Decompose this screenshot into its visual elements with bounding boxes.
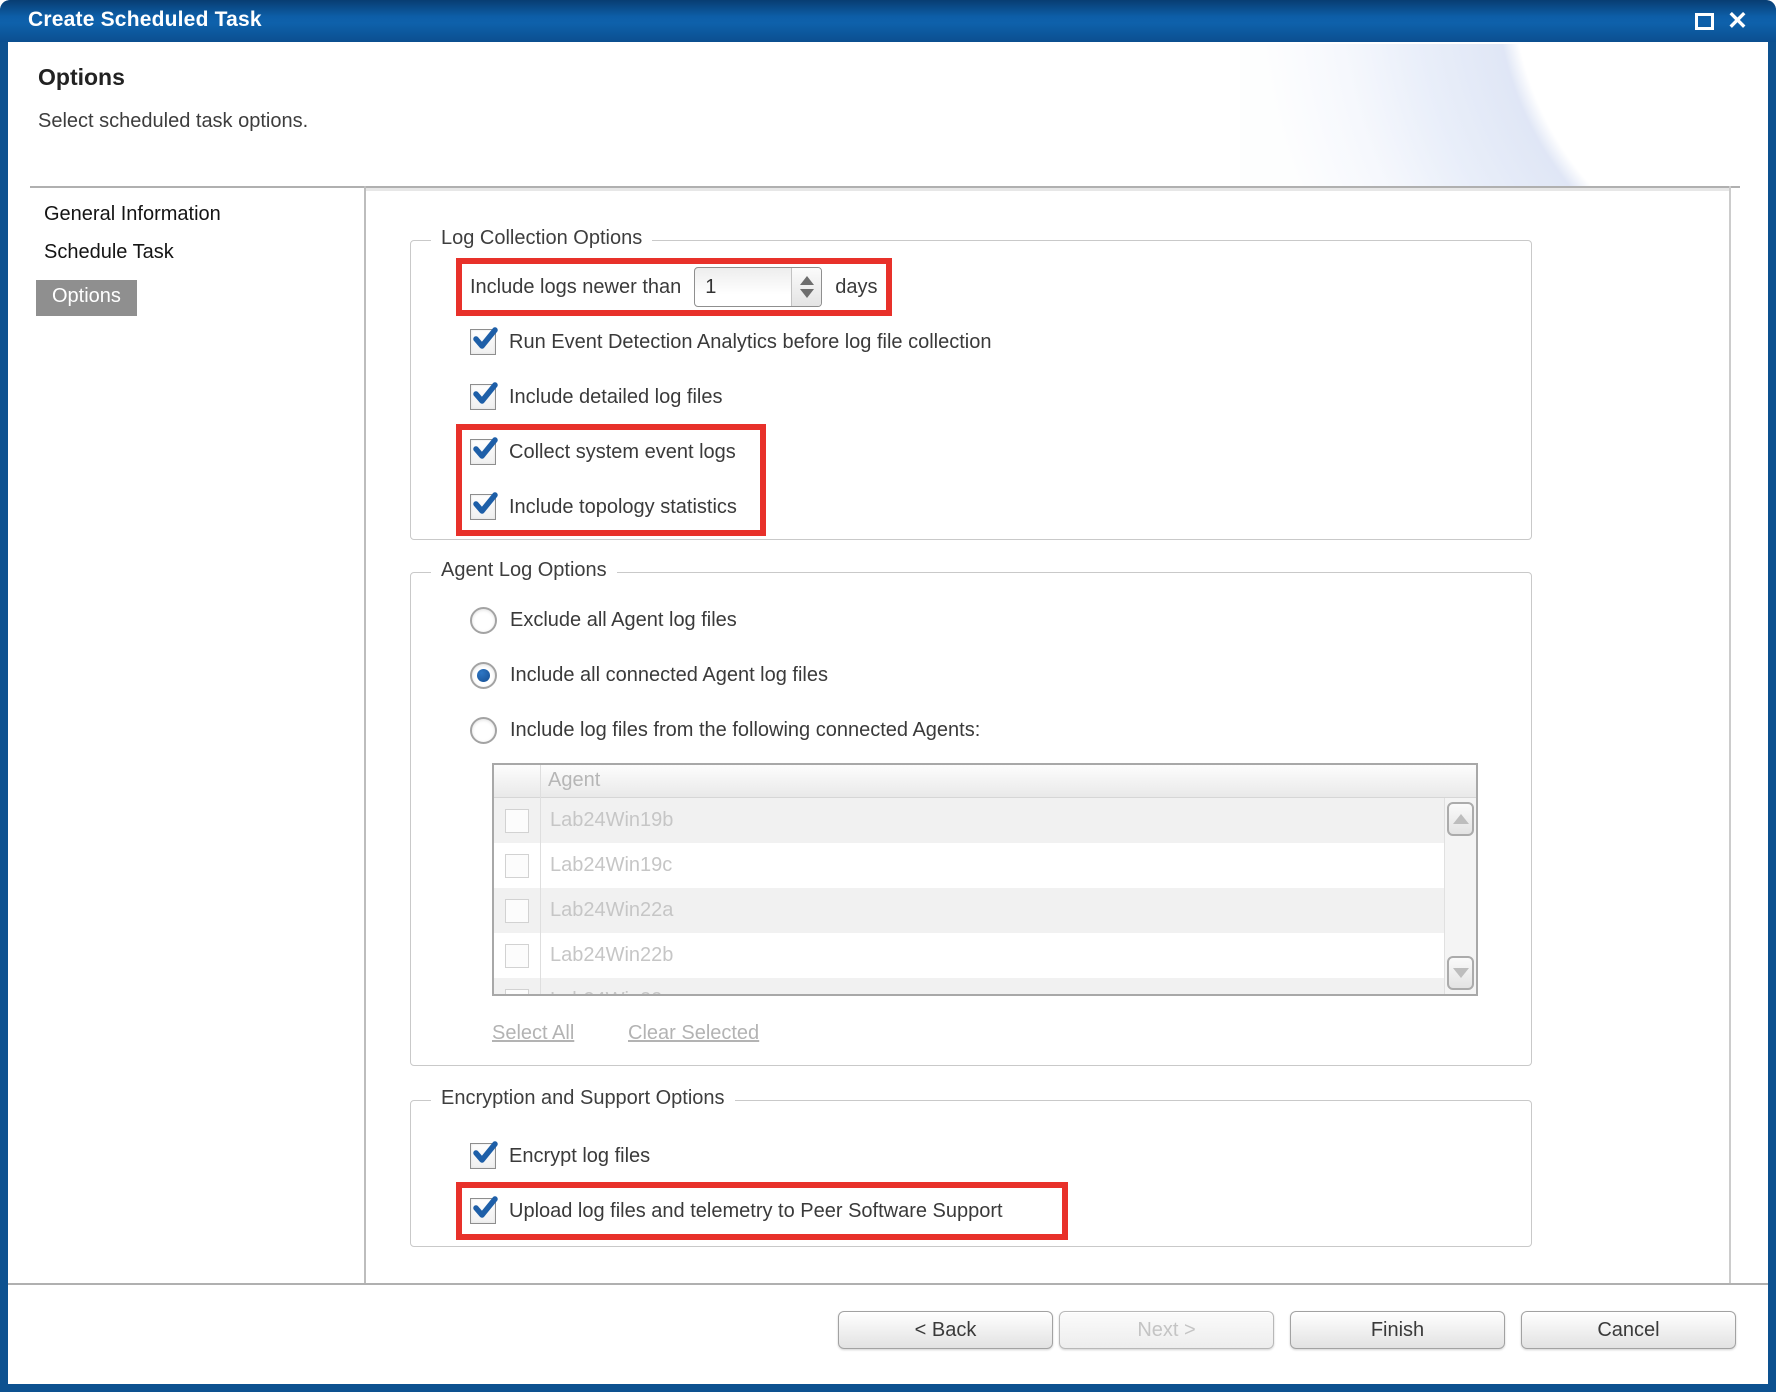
checkbox-label: Run Event Detection Analytics before log… (509, 331, 992, 354)
annotation-box-event-logs-topology (456, 424, 766, 536)
content-right-border (1729, 186, 1731, 1283)
content-top-band (366, 188, 1730, 191)
radio-row-include-all-agents: Include all connected Agent log files (470, 655, 828, 695)
scroll-up-icon (1453, 814, 1469, 824)
group-legend: Log Collection Options (431, 227, 652, 250)
agent-row-checkbox[interactable] (505, 989, 529, 997)
sidebar-item-schedule-task[interactable]: Schedule Task (44, 241, 174, 264)
next-button[interactable]: Next > (1059, 1311, 1274, 1349)
group-legend: Encryption and Support Options (431, 1087, 735, 1110)
maximize-icon[interactable] (1695, 13, 1714, 30)
agent-row-checkbox[interactable] (505, 899, 529, 923)
agent-row-checkbox[interactable] (505, 854, 529, 878)
radio-selected-dot (477, 669, 490, 682)
checkbox-row-run-eda: Run Event Detection Analytics before log… (470, 322, 992, 362)
checkbox-label: Include detailed log files (509, 386, 722, 409)
sidebar-separator (364, 186, 366, 1283)
agent-name: Lab24Win22b (550, 944, 673, 967)
radio-exclude-agent-logs[interactable] (470, 607, 497, 634)
agent-name: Lab24Win22a (550, 899, 673, 922)
select-all-link[interactable]: Select All (492, 1022, 574, 1045)
clear-selected-link[interactable]: Clear Selected (628, 1022, 759, 1045)
cancel-button[interactable]: Cancel (1521, 1311, 1736, 1349)
radio-label: Include all connected Agent log files (510, 664, 828, 687)
agent-name: Lab24Win22c (550, 989, 672, 996)
agent-row: Lab24Win22c (494, 978, 1476, 996)
group-legend: Agent Log Options (431, 559, 617, 582)
checkbox-run-eda[interactable] (470, 329, 496, 355)
annotation-box-newer-than (456, 258, 892, 316)
radio-label: Include log files from the following con… (510, 719, 980, 742)
dialog-window: Create Scheduled Task ✕ Options Select s… (0, 0, 1776, 1392)
agent-row-checkbox[interactable] (505, 944, 529, 968)
footer-separator (8, 1283, 1768, 1285)
check-icon (469, 378, 501, 410)
agent-name: Lab24Win19c (550, 854, 672, 877)
sidebar-item-options-selected[interactable]: Options (36, 280, 137, 316)
header-swoosh-decoration (1240, 44, 1768, 186)
check-icon (469, 1137, 501, 1169)
agent-row: Lab24Win19c (494, 843, 1476, 888)
radio-row-exclude-agents: Exclude all Agent log files (470, 600, 737, 640)
scrollbar-down-button[interactable] (1447, 956, 1474, 990)
check-icon (469, 323, 501, 355)
agent-list-table: Agent Lab24Win19b Lab24Win19c Lab24Win22… (492, 763, 1478, 996)
window-title: Create Scheduled Task (28, 8, 262, 32)
agent-row-checkbox[interactable] (505, 809, 529, 833)
radio-row-include-selected-agents: Include log files from the following con… (470, 710, 980, 750)
page-title: Options (38, 64, 125, 91)
agent-row: Lab24Win19b (494, 798, 1476, 843)
title-bar: Create Scheduled Task ✕ (0, 0, 1776, 42)
checkbox-encrypt-logs[interactable] (470, 1143, 496, 1169)
checkbox-row-encrypt-logs: Encrypt log files (470, 1136, 650, 1176)
agent-column-header: Agent (548, 769, 600, 792)
agent-row: Lab24Win22b (494, 933, 1476, 978)
agent-name: Lab24Win19b (550, 809, 673, 832)
finish-button[interactable]: Finish (1290, 1311, 1505, 1349)
checkbox-label: Encrypt log files (509, 1145, 650, 1168)
radio-include-all-agent-logs[interactable] (470, 662, 497, 689)
agent-table-scrollbar[interactable] (1444, 798, 1476, 994)
close-icon[interactable]: ✕ (1727, 4, 1748, 38)
agent-row: Lab24Win22a (494, 888, 1476, 933)
agent-table-header: Agent (494, 765, 1476, 798)
checkbox-column-divider (540, 765, 541, 994)
checkbox-detailed-logs[interactable] (470, 384, 496, 410)
radio-label: Exclude all Agent log files (510, 609, 737, 632)
checkbox-row-detailed-logs: Include detailed log files (470, 377, 722, 417)
back-button[interactable]: < Back (838, 1311, 1053, 1349)
sidebar-item-general-information[interactable]: General Information (44, 203, 221, 226)
scrollbar-up-button[interactable] (1447, 802, 1474, 836)
radio-include-selected-agents[interactable] (470, 717, 497, 744)
annotation-box-upload-telemetry (456, 1182, 1068, 1240)
page-subtitle: Select scheduled task options. (38, 110, 308, 133)
scroll-down-icon (1453, 968, 1469, 978)
